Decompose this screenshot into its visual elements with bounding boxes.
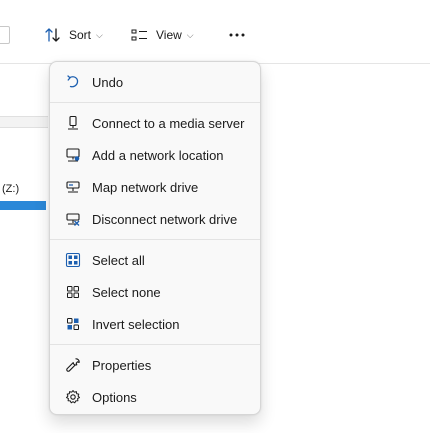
- select-none-icon: [64, 283, 82, 301]
- media-server-icon: [64, 114, 82, 132]
- menu-item-select-all[interactable]: Select all: [54, 244, 256, 276]
- menu-item-label: Disconnect network drive: [92, 211, 238, 227]
- more-options-icon: [229, 33, 245, 37]
- menu-separator: [50, 239, 260, 240]
- menu-item-label: Undo: [92, 74, 124, 90]
- menu-item-label: Map network drive: [92, 179, 199, 195]
- menu-item-label: Add a network location: [92, 147, 224, 163]
- menu-item-properties[interactable]: Properties: [54, 349, 256, 381]
- gear-icon: [64, 388, 82, 406]
- menu-separator: [50, 102, 260, 103]
- view-label: View: [156, 28, 182, 42]
- chevron-down-icon: ⌵: [186, 29, 194, 40]
- menu-item-label: Invert selection: [92, 316, 180, 332]
- menu-item-undo[interactable]: Undo: [54, 66, 256, 98]
- see-more-button[interactable]: [228, 23, 246, 47]
- map-network-drive-icon: [64, 178, 82, 196]
- select-all-icon: [64, 251, 82, 269]
- view-button[interactable]: View ⌵: [131, 23, 194, 47]
- see-more-menu: Undo Connect to a media server Add a netwo…: [49, 61, 261, 415]
- undo-icon: [64, 73, 82, 91]
- menu-item-disconnect-network-drive[interactable]: Disconnect network drive: [54, 203, 256, 235]
- menu-item-label: Select none: [92, 284, 161, 300]
- drive-label[interactable]: (Z:): [2, 183, 19, 195]
- menu-item-label: Select all: [92, 252, 145, 268]
- menu-item-options[interactable]: Options: [54, 381, 256, 413]
- menu-item-label: Options: [92, 389, 137, 405]
- menu-item-select-none[interactable]: Select none: [54, 276, 256, 308]
- view-icon: [131, 29, 148, 42]
- invert-selection-icon: [64, 315, 82, 333]
- toolbar-button-partial[interactable]: [0, 26, 10, 44]
- menu-item-connect-to-a-media-server[interactable]: Connect to a media server: [54, 107, 256, 139]
- nav-divider: [0, 116, 48, 128]
- file-explorer-window: Sort ⌵ View ⌵ (Z:) Undo Connect to a med…: [0, 0, 430, 433]
- menu-separator: [50, 344, 260, 345]
- menu-item-invert-selection[interactable]: Invert selection: [54, 308, 256, 340]
- sort-icon: [45, 28, 61, 42]
- sort-button[interactable]: Sort ⌵: [45, 23, 103, 47]
- menu-item-map-network-drive[interactable]: Map network drive: [54, 171, 256, 203]
- command-bar: Sort ⌵ View ⌵: [0, 0, 430, 64]
- menu-item-label: Connect to a media server: [92, 115, 245, 131]
- menu-item-add-a-network-location[interactable]: Add a network location: [54, 139, 256, 171]
- sort-label: Sort: [69, 28, 92, 42]
- drive-usage-fill: [0, 201, 46, 210]
- disconnect-network-drive-icon: [64, 210, 82, 228]
- chevron-down-icon: ⌵: [96, 29, 103, 40]
- properties-icon: [64, 356, 82, 374]
- network-location-icon: [64, 146, 82, 164]
- menu-item-label: Properties: [92, 357, 152, 373]
- drive-usage-bar: [0, 201, 46, 210]
